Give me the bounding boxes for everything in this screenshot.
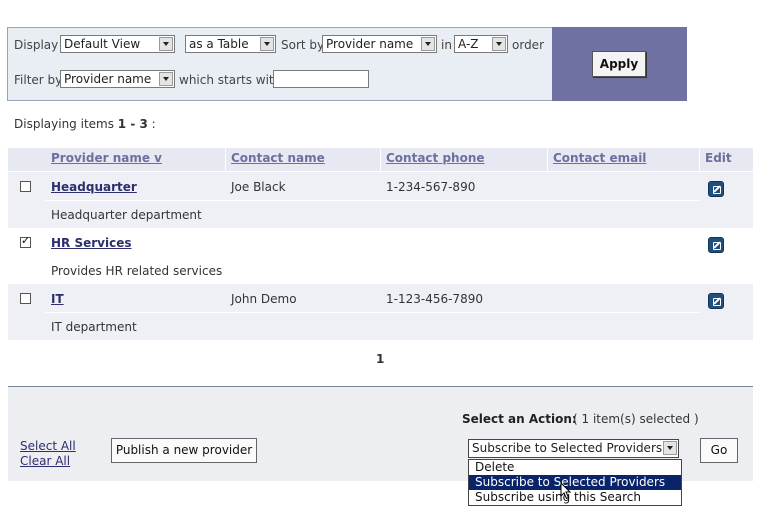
column-header-provider-name[interactable]: Provider name v	[45, 148, 162, 171]
contact-phone: 1-234-567-890	[386, 180, 476, 194]
row-checkbox[interactable]	[20, 234, 31, 248]
action-option-subscribe-search[interactable]: Subscribe using this Search	[469, 490, 681, 505]
chevron-down-icon[interactable]	[663, 441, 677, 455]
filter-by-label: Filter by	[14, 73, 63, 87]
items-summary: Displaying items 1 - 3 :	[14, 117, 156, 131]
filter-field-select[interactable]: Provider name	[60, 70, 175, 88]
pagination-current-page: 1	[376, 352, 385, 366]
format-select-value: as a Table	[189, 37, 249, 51]
filter-field-value: Provider name	[64, 72, 152, 86]
view-select[interactable]: Default View	[60, 35, 175, 53]
sort-label: Sort by	[281, 38, 325, 52]
order-select-value: A-Z	[458, 37, 479, 51]
column-header-contact-email[interactable]: Contact email	[547, 148, 646, 171]
provider-name-link[interactable]: Headquarter	[51, 180, 137, 194]
chevron-down-icon[interactable]	[492, 37, 506, 51]
action-option-subscribe-selected[interactable]: Subscribe to Selected Providers	[469, 475, 681, 490]
sort-select[interactable]: Provider name	[322, 35, 437, 53]
select-action-label: Select an Action:	[462, 412, 577, 426]
provider-description: Headquarter department	[51, 208, 202, 222]
select-all-link[interactable]: Select All	[20, 439, 76, 453]
chevron-down-icon[interactable]	[159, 37, 173, 51]
row-divider	[45, 200, 700, 201]
action-select-value: Subscribe to Selected Providers	[472, 441, 663, 455]
selected-count: ( 1 item(s) selected )	[573, 412, 699, 426]
action-select[interactable]: Subscribe to Selected Providers	[468, 439, 679, 458]
summary-range: 1 - 3	[117, 117, 148, 131]
provider-description: Provides HR related services	[51, 264, 223, 278]
column-header-edit: Edit	[705, 151, 732, 165]
chevron-down-icon[interactable]	[159, 72, 173, 86]
provider-description: IT department	[51, 320, 137, 334]
contact-name: Joe Black	[231, 180, 286, 194]
format-select[interactable]: as a Table	[185, 35, 276, 53]
apply-button[interactable]: Apply	[592, 51, 646, 77]
provider-name-link[interactable]: IT	[51, 292, 64, 306]
contact-name: John Demo	[231, 292, 297, 306]
provider-name-link[interactable]: HR Services	[51, 236, 132, 250]
starts-with-input[interactable]	[273, 70, 369, 88]
order-label: order	[512, 38, 544, 52]
publish-provider-button[interactable]: Publish a new provider	[111, 438, 257, 463]
clear-all-link[interactable]: Clear All	[20, 454, 70, 468]
chevron-down-icon[interactable]	[421, 37, 435, 51]
column-header-contact-name[interactable]: Contact name	[225, 148, 325, 171]
row-checkbox[interactable]	[20, 293, 31, 304]
column-header-contact-phone[interactable]: Contact phone	[380, 148, 485, 171]
action-option-delete[interactable]: Delete	[469, 460, 681, 475]
starts-with-label: which starts with	[179, 73, 282, 87]
display-label: Display	[14, 38, 59, 52]
edit-icon[interactable]	[708, 181, 724, 197]
mouse-cursor-icon	[560, 482, 572, 500]
order-select[interactable]: A-Z	[454, 35, 508, 53]
sort-select-value: Provider name	[326, 37, 414, 51]
go-button[interactable]: Go	[700, 438, 738, 463]
in-label: in	[441, 38, 452, 52]
chevron-down-icon[interactable]	[260, 37, 274, 51]
edit-icon[interactable]	[708, 293, 724, 309]
summary-suffix: :	[151, 117, 156, 131]
row-divider	[45, 312, 700, 313]
contact-phone: 1-123-456-7890	[386, 292, 483, 306]
edit-icon[interactable]	[708, 237, 724, 253]
action-dropdown-list: Delete Subscribe to Selected Providers S…	[468, 459, 682, 506]
summary-prefix: Displaying items	[14, 117, 114, 131]
row-checkbox[interactable]	[20, 181, 31, 192]
view-select-value: Default View	[64, 37, 141, 51]
